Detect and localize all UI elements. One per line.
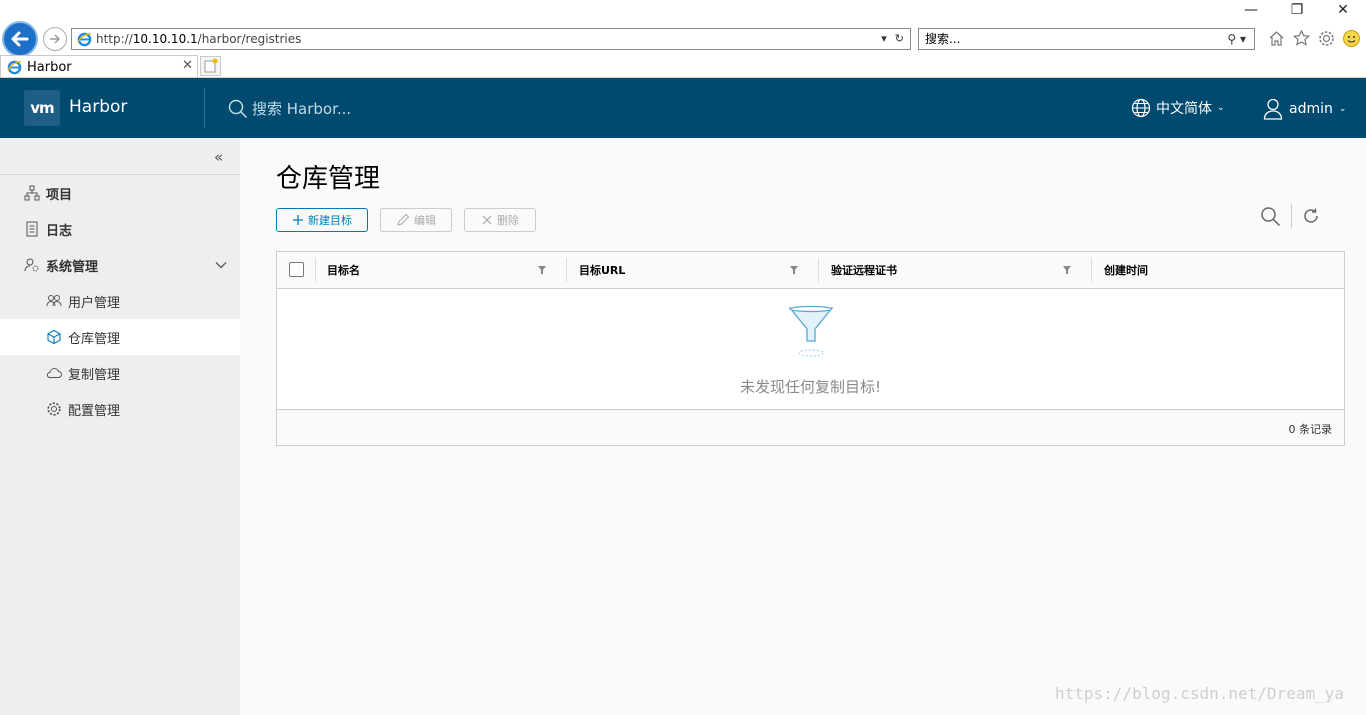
pencil-icon — [397, 213, 410, 226]
arrow-left-icon — [11, 31, 29, 47]
refresh-icon[interactable]: ↻ — [895, 32, 904, 45]
new-tab-button[interactable] — [200, 56, 221, 76]
column-name[interactable]: 目标名 — [327, 252, 360, 288]
user-icon — [1263, 98, 1283, 120]
restore-button[interactable]: ❐ — [1274, 2, 1320, 18]
registry-grid: 目标名 目标URL 验证远程证书 创建时间 未发现任何复制目标! 0 条记录 — [276, 251, 1345, 446]
grid-tools — [1260, 204, 1320, 228]
grid-header: 目标名 目标URL 验证远程证书 创建时间 — [277, 252, 1344, 289]
record-count: 0 条记录 — [1288, 423, 1333, 436]
address-dropdown-icon[interactable]: ▾ — [881, 32, 887, 45]
arrow-right-icon — [50, 34, 61, 44]
users-icon — [46, 293, 62, 309]
browser-tab[interactable]: Harbor ✕ — [0, 55, 198, 78]
brand-name[interactable]: Harbor — [69, 97, 127, 117]
delete-button[interactable]: 删除 — [464, 208, 536, 232]
chevron-down-icon — [215, 262, 227, 269]
ie-icon — [7, 60, 22, 74]
settings-gear-icon[interactable] — [1317, 29, 1336, 48]
select-all-checkbox[interactable] — [289, 262, 304, 277]
column-url[interactable]: 目标URL — [579, 252, 625, 288]
admin-users-gear-icon — [24, 257, 40, 273]
globe-icon — [1131, 98, 1151, 118]
page-title: 仓库管理 — [276, 164, 381, 194]
tab-title: Harbor — [27, 59, 72, 75]
favorites-star-icon[interactable] — [1292, 29, 1311, 48]
window-controls: — ❐ ✕ — [1228, 2, 1366, 18]
empty-state-message: 未发现任何复制目标! — [739, 378, 881, 396]
sidebar-item-projects[interactable]: 项目 — [0, 175, 240, 211]
new-tab-icon — [204, 58, 218, 73]
sidebar-item-admin[interactable]: 系统管理 — [0, 247, 240, 283]
search-icon[interactable]: ⚲ ▾ — [1227, 29, 1246, 49]
back-button[interactable] — [2, 21, 38, 57]
vmware-logo[interactable]: vm — [24, 90, 60, 126]
projects-icon — [24, 185, 40, 201]
empty-funnel-icon — [788, 305, 834, 357]
sidebar-item-config[interactable]: 配置管理 — [0, 391, 240, 427]
chevron-down-icon: ⌄ — [1338, 104, 1347, 114]
cube-icon — [46, 329, 62, 345]
forward-button[interactable] — [43, 27, 67, 51]
logs-icon — [24, 221, 40, 237]
filter-icon[interactable] — [789, 265, 799, 275]
filter-icon[interactable] — [537, 265, 547, 275]
search-icon[interactable] — [1260, 206, 1281, 227]
language-selector[interactable]: 中文简体 ⌄ — [1131, 98, 1225, 118]
chevron-down-icon: ⌄ — [1217, 103, 1225, 113]
edit-button[interactable]: 编辑 — [380, 208, 452, 232]
home-icon[interactable] — [1267, 29, 1286, 48]
new-target-button[interactable]: 新建目标 — [276, 208, 368, 232]
refresh-icon[interactable] — [1302, 207, 1320, 225]
browser-search-input[interactable]: 搜索... ⚲ ▾ — [918, 28, 1255, 50]
ie-icon — [77, 32, 92, 46]
sidebar-item-registries[interactable]: 仓库管理 — [0, 319, 240, 355]
close-window-button[interactable]: ✕ — [1320, 2, 1366, 18]
collapse-sidebar-icon[interactable]: « — [214, 148, 223, 166]
cloud-sync-icon — [46, 365, 62, 381]
search-icon — [228, 99, 248, 118]
sidebar-item-logs[interactable]: 日志 — [0, 211, 240, 247]
app-header: vm Harbor 搜索 Harbor... 中文简体 ⌄ admin ⌄ — [0, 78, 1366, 138]
sidebar: « 项目 日志 系统管理 用户管理 仓库管理 复制管理 配置管理 — [0, 138, 240, 715]
grid-footer: 0 条记录 — [277, 409, 1344, 445]
sidebar-item-replication[interactable]: 复制管理 — [0, 355, 240, 391]
watermark: https://blog.csdn.net/Dream_ya — [1055, 684, 1344, 703]
minimize-button[interactable]: — — [1228, 2, 1274, 18]
address-bar[interactable]: http://10.10.10.1/harbor/registries ▾ ↻ — [71, 28, 911, 50]
close-tab-icon[interactable]: ✕ — [182, 58, 193, 73]
gear-icon — [46, 401, 62, 417]
plus-icon — [293, 215, 303, 225]
close-icon — [482, 215, 492, 225]
filter-icon[interactable] — [1062, 265, 1072, 275]
url-text: http://10.10.10.1/harbor/registries — [96, 32, 302, 46]
sidebar-item-users[interactable]: 用户管理 — [0, 283, 240, 319]
column-created[interactable]: 创建时间 — [1104, 252, 1148, 288]
browser-chrome: http://10.10.10.1/harbor/registries ▾ ↻ … — [0, 0, 1366, 78]
column-verify-cert[interactable]: 验证远程证书 — [831, 252, 897, 288]
smiley-feedback-icon[interactable] — [1342, 29, 1361, 48]
global-search-input[interactable]: 搜索 Harbor... — [228, 98, 351, 119]
user-menu[interactable]: admin ⌄ — [1263, 98, 1346, 120]
